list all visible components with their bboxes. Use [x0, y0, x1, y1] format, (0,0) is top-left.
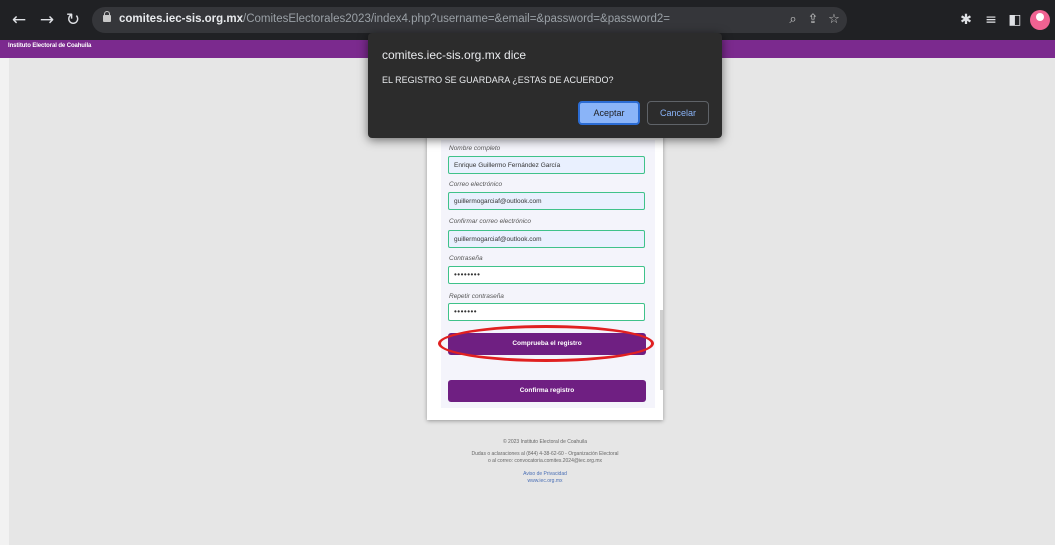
footer-contact-line1: Dudas o aclaraciones al (844) 4-38-62-60…	[471, 451, 619, 457]
forward-arrow-icon[interactable]: →	[36, 9, 58, 31]
footer-contact-line2: o al correo: convocatoria.comites.2024@i…	[487, 458, 603, 464]
dialog-title: comites.iec-sis.org.mx dice	[382, 48, 527, 62]
confirm-email-field[interactable]: guillermogarciaf@outlook.com	[448, 230, 645, 248]
accept-button[interactable]: Aceptar	[578, 101, 640, 125]
address-bar[interactable]: comites.iec-sis.org.mx/ComitesElectorale…	[92, 7, 847, 33]
reload-icon[interactable]: ↻	[62, 9, 84, 31]
footer-copyright: © 2023 Instituto Electoral de Coahuila	[502, 439, 587, 445]
url-text[interactable]: comites.iec-sis.org.mx/ComitesElectorale…	[119, 13, 670, 25]
email-label: Correo electrónico	[449, 181, 503, 188]
lock-icon[interactable]	[103, 11, 111, 22]
red-highlight-ellipse	[438, 325, 654, 362]
cancel-button[interactable]: Cancelar	[647, 101, 709, 125]
scrollbar[interactable]	[660, 310, 663, 390]
share-icon[interactable]: ⇪	[802, 7, 824, 33]
reading-list-icon[interactable]: ≡	[980, 9, 1002, 31]
dialog-message: EL REGISTRO SE GUARDARA ¿ESTAS DE ACUERD…	[382, 75, 614, 85]
confirm-registration-button[interactable]: Confirma registro	[448, 380, 646, 402]
repeat-password-label: Repetir contraseña	[449, 293, 504, 300]
confirm-email-label: Confirmar correo electrónico	[449, 218, 532, 225]
zoom-icon[interactable]: ⌕	[782, 7, 804, 33]
left-edge-bar	[0, 58, 9, 545]
password-field[interactable]: ••••••••	[448, 266, 645, 284]
repeat-password-field[interactable]: •••••••	[448, 303, 645, 321]
profile-avatar-icon[interactable]	[1030, 10, 1050, 30]
star-icon[interactable]: ☆	[823, 7, 845, 33]
extensions-icon[interactable]: ✱	[955, 9, 977, 31]
privacy-link[interactable]: Aviso de Privacidad	[445, 471, 645, 477]
name-label: Nombre completo	[449, 145, 501, 152]
back-arrow-icon[interactable]: ←	[8, 9, 30, 31]
password-label: Contraseña	[449, 255, 483, 262]
side-panel-icon[interactable]: ◧	[1004, 9, 1026, 31]
email-field[interactable]: guillermogarciaf@outlook.com	[448, 192, 645, 210]
confirm-dialog: comites.iec-sis.org.mx dice EL REGISTRO …	[368, 33, 722, 138]
name-field[interactable]: Enrique Guillermo Fernández García	[448, 156, 645, 174]
org-name[interactable]: Instituto Electoral de Coahuila	[8, 43, 91, 49]
site-link[interactable]: www.iec.org.mx	[445, 478, 645, 484]
